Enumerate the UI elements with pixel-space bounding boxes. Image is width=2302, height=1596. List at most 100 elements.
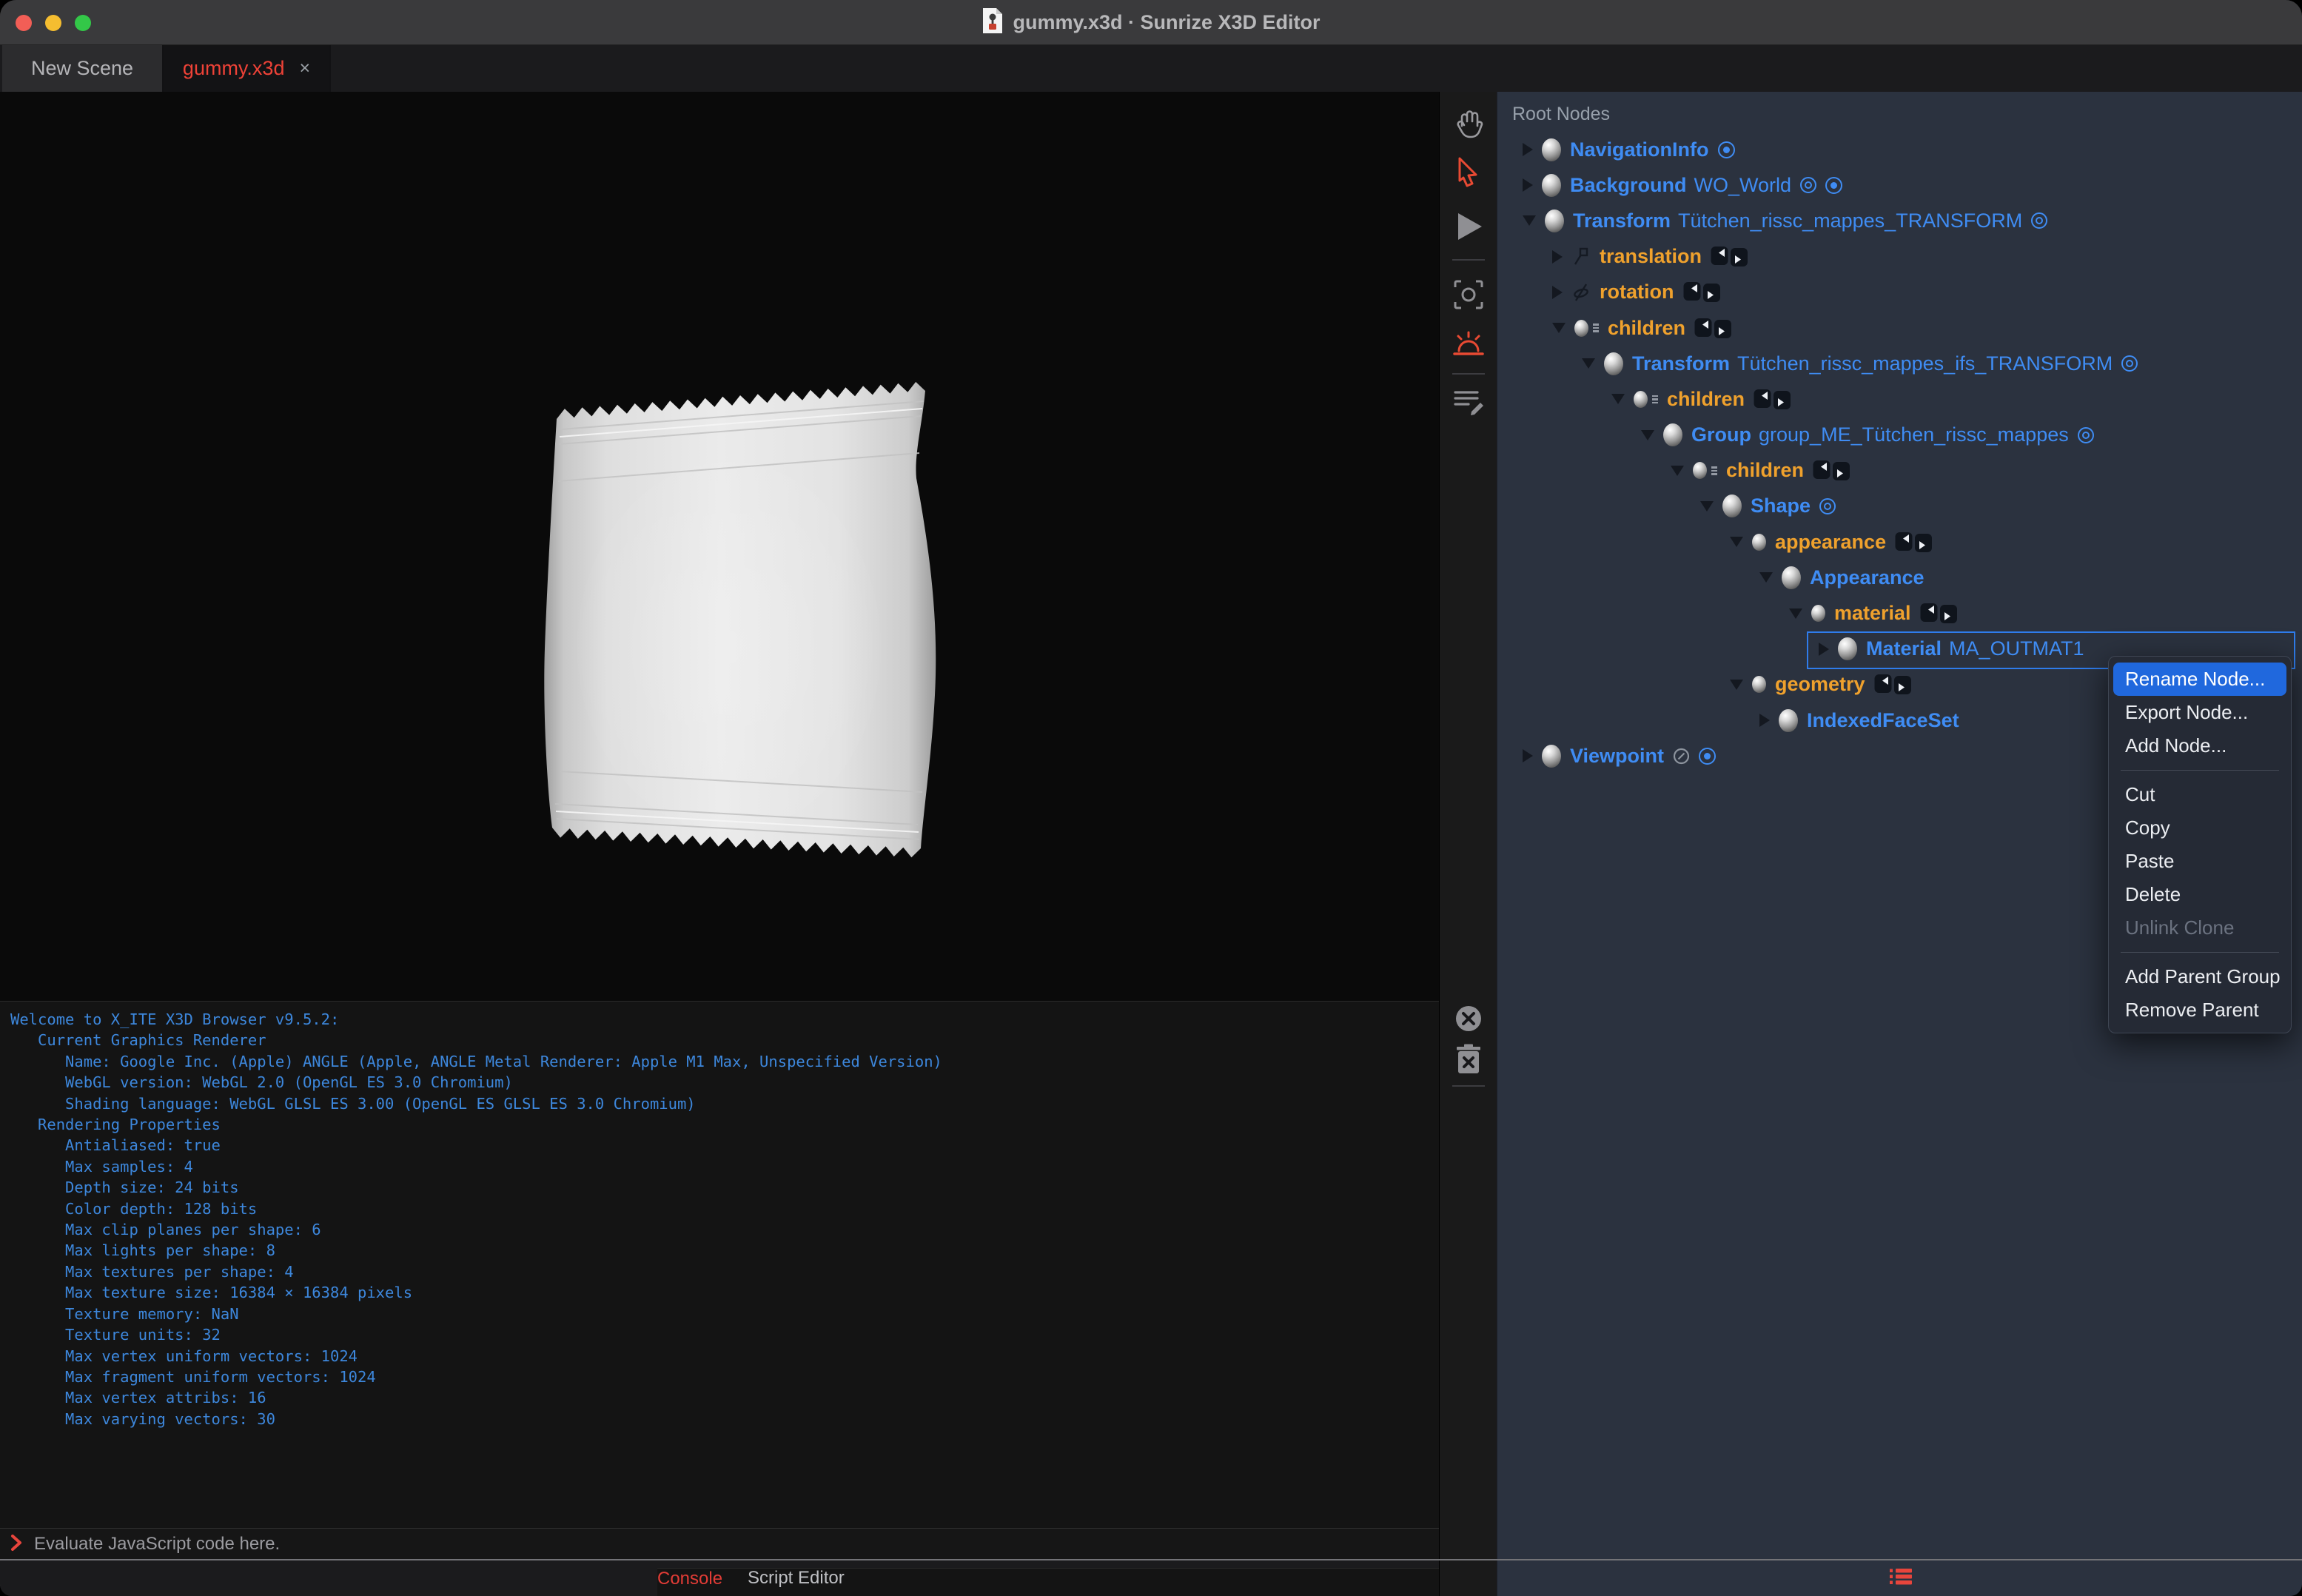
menu-item-add-parent-group[interactable]: Add Parent Group <box>2109 960 2291 993</box>
menu-separator <box>2121 770 2279 771</box>
route-icons[interactable] <box>1874 674 1913 695</box>
tab-close-icon[interactable]: × <box>299 58 310 79</box>
menu-item-delete[interactable]: Delete <box>2109 878 2291 911</box>
clear-console-button[interactable] <box>1440 1004 1497 1033</box>
script-editor-button[interactable] <box>1440 386 1497 416</box>
console-line: Texture memory: NaN <box>10 1304 239 1323</box>
tree-row-appearance[interactable]: Appearance <box>1497 560 2302 595</box>
visibility-eye-icon[interactable] <box>2121 355 2138 372</box>
node-sphere-icon <box>1604 352 1623 375</box>
tree-row-background[interactable]: Background WO_World <box>1497 167 2302 203</box>
app-window: gummy.x3d · Sunrize X3D Editor New Scene… <box>0 0 2302 1596</box>
multi-node-list-icon <box>1652 395 1658 404</box>
tree-row-children[interactable]: children <box>1497 310 2302 346</box>
node-type: Shape <box>1751 494 1811 517</box>
expand-arrow-icon[interactable] <box>1523 178 1533 192</box>
tab-gummy-x3d[interactable]: gummy.x3d × <box>164 45 331 92</box>
node-type: Transform <box>1632 352 1731 375</box>
pan-tool-button[interactable] <box>1440 107 1497 141</box>
expand-arrow-icon[interactable] <box>1759 714 1770 728</box>
node-type: NavigationInfo <box>1570 138 1709 161</box>
route-icons[interactable] <box>1694 318 1733 339</box>
delete-log-button[interactable] <box>1440 1044 1497 1075</box>
collapse-arrow-icon[interactable] <box>1700 500 1714 512</box>
console-line: Current Graphics Renderer <box>10 1031 266 1050</box>
select-tool-button[interactable] <box>1440 155 1497 190</box>
collapse-arrow-icon[interactable] <box>1611 394 1625 405</box>
node-name: Tütchen_rissc_mappes_TRANSFORM <box>1678 209 2023 232</box>
node-name: Tütchen_rissc_mappes_ifs_TRANSFORM <box>1737 352 2113 375</box>
headlight-button[interactable] <box>1440 329 1497 358</box>
target-icon[interactable] <box>1825 176 1843 194</box>
node-sphere-icon <box>1779 708 1798 732</box>
tree-row-transform[interactable]: Transform Tütchen_rissc_mappes_ifs_TRANSF… <box>1497 346 2302 381</box>
tab-label: New Scene <box>30 57 134 79</box>
visibility-eye-icon[interactable] <box>1819 497 1836 514</box>
viewport-canvas[interactable] <box>0 92 1439 1001</box>
script-edit-icon <box>1454 391 1483 415</box>
menu-item-cut[interactable]: Cut <box>2109 778 2291 811</box>
zoom-window-button[interactable] <box>75 15 91 31</box>
menu-item-export-node[interactable]: Export Node... <box>2109 696 2291 729</box>
view-all-button[interactable] <box>1440 278 1497 311</box>
menu-item-rename-node[interactable]: Rename Node... <box>2113 663 2286 696</box>
target-icon[interactable] <box>1717 141 1735 158</box>
collapse-arrow-icon[interactable] <box>1582 358 1595 369</box>
field-name: appearance <box>1775 530 1887 553</box>
tree-row-group[interactable]: Group group_ME_Tütchen_rissc_mappes <box>1497 418 2302 453</box>
collapse-arrow-icon[interactable] <box>1671 465 1684 476</box>
close-window-button[interactable] <box>16 15 32 31</box>
console-panel[interactable]: Welcome to X_ITE X3D Browser v9.5.2: Cur… <box>0 1001 1439 1529</box>
collapse-arrow-icon[interactable] <box>1759 572 1773 583</box>
tree-row-children[interactable]: children <box>1497 453 2302 489</box>
node-sphere-icon <box>1782 566 1801 589</box>
tab-new-scene[interactable]: New Scene <box>2 45 164 92</box>
visibility-eye-icon[interactable] <box>1800 177 1817 194</box>
tree-row-material[interactable]: material <box>1497 595 2302 631</box>
bottom-separator <box>0 1559 2302 1560</box>
collapse-arrow-icon[interactable] <box>1641 429 1654 440</box>
route-icons[interactable] <box>1711 246 1749 267</box>
route-icons[interactable] <box>1754 389 1792 410</box>
tree-row-appearance[interactable]: appearance <box>1497 524 2302 560</box>
window-title: gummy.x3d · Sunrize X3D Editor <box>1013 10 1321 33</box>
trash-x-icon <box>1457 1044 1480 1073</box>
collapse-arrow-icon[interactable] <box>1730 679 1743 690</box>
outline-editor-tab-icon[interactable] <box>1890 1568 1912 1589</box>
tree-row-rotation[interactable]: rotation <box>1497 275 2302 310</box>
menu-item-copy[interactable]: Copy <box>2109 811 2291 845</box>
menu-item-remove-parent[interactable]: Remove Parent <box>2109 993 2291 1027</box>
tree-row-children[interactable]: children <box>1497 381 2302 417</box>
target-icon[interactable] <box>1699 747 1717 765</box>
menu-item-unlink-clone: Unlink Clone <box>2125 916 2235 939</box>
menu-separator <box>2121 952 2279 953</box>
menu-item-paste[interactable]: Paste <box>2109 845 2291 878</box>
expand-arrow-icon[interactable] <box>1523 749 1533 763</box>
tree-row-transform[interactable]: Transform Tütchen_rissc_mappes_TRANSFORM <box>1497 203 2302 238</box>
route-icons[interactable] <box>1895 532 1933 553</box>
expand-arrow-icon[interactable] <box>1552 285 1563 299</box>
console-line: Rendering Properties <box>10 1116 221 1134</box>
tree-row-navigationinfo[interactable]: NavigationInfo <box>1497 132 2302 167</box>
route-icons[interactable] <box>1683 281 1722 303</box>
tree-row-shape[interactable]: Shape <box>1497 489 2302 524</box>
tree-row-translation[interactable]: translation <box>1497 239 2302 275</box>
console-input[interactable] <box>33 1533 1220 1555</box>
collapse-arrow-icon[interactable] <box>1730 537 1743 548</box>
play-button[interactable] <box>1440 210 1497 243</box>
tab-script-editor[interactable]: Script Editor <box>748 1568 845 1589</box>
expand-arrow-icon[interactable] <box>1523 143 1533 157</box>
expand-arrow-icon[interactable] <box>1552 249 1563 264</box>
console-line: Welcome to X_ITE X3D Browser v9.5.2: <box>10 1010 340 1028</box>
menu-item-add-node[interactable]: Add Node... <box>2109 729 2291 762</box>
collapse-arrow-icon[interactable] <box>1789 608 1802 619</box>
visibility-eye-icon[interactable] <box>2077 426 2094 443</box>
minimize-window-button[interactable] <box>45 15 61 31</box>
collapse-arrow-icon[interactable] <box>1523 215 1536 227</box>
visibility-eye-icon[interactable] <box>2031 212 2048 229</box>
collapse-arrow-icon[interactable] <box>1552 323 1566 334</box>
route-icons[interactable] <box>1813 460 1851 481</box>
route-icons[interactable] <box>1920 603 1959 624</box>
edit-pencil-icon[interactable] <box>1673 748 1690 765</box>
field-name: children <box>1608 316 1686 339</box>
